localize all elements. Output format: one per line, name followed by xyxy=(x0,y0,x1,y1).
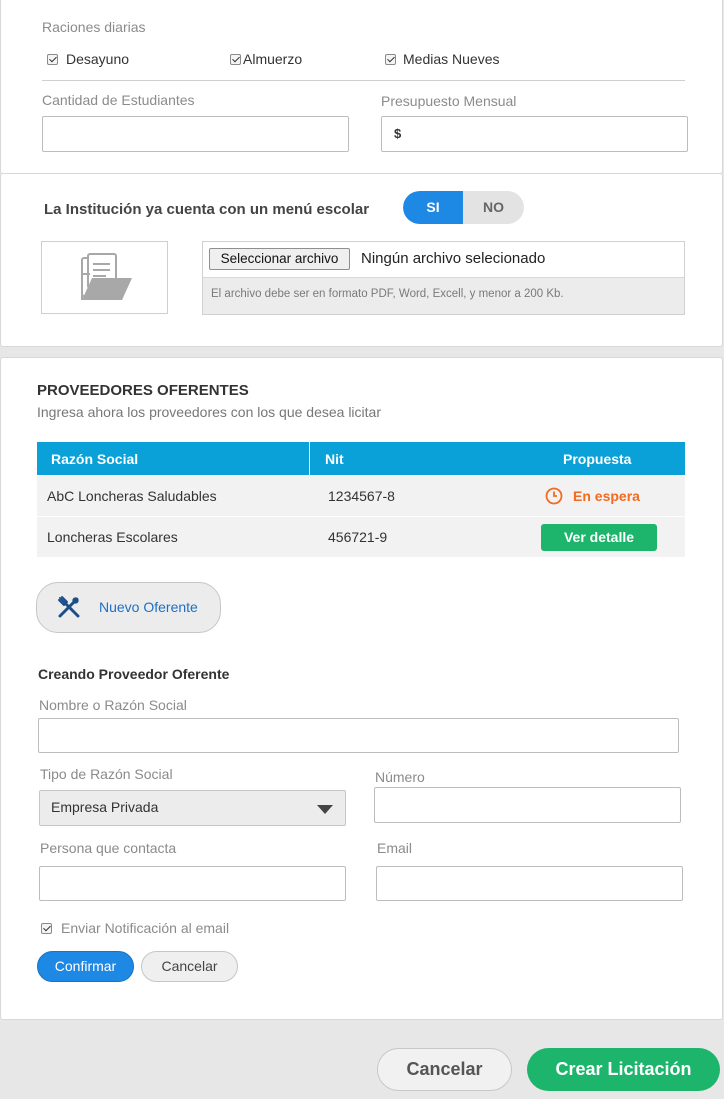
budget-input[interactable]: $ xyxy=(381,116,688,152)
checkbox-almuerzo-box[interactable] xyxy=(230,53,241,65)
row-nit: 1234567-8 xyxy=(328,488,395,504)
menu-question: La Institución ya cuenta con un menú esc… xyxy=(44,201,370,218)
rations-card: Raciones diarias Desayuno Almuerzo Media… xyxy=(0,0,723,174)
new-provider-label: Nuevo Oferente xyxy=(99,599,198,615)
name-input[interactable] xyxy=(38,718,679,753)
file-preview xyxy=(41,241,168,314)
column-nit: Nit xyxy=(325,451,344,467)
footer-cancel-button[interactable]: Cancelar xyxy=(377,1048,512,1091)
rations-label: Raciones diarias xyxy=(42,19,146,35)
checkbox-medias-nueves[interactable]: Medias Nueves xyxy=(385,51,500,67)
notify-checkbox[interactable]: Enviar Notificación al email xyxy=(41,920,229,936)
divider xyxy=(42,80,685,81)
checkbox-medias-nueves-box[interactable] xyxy=(385,53,396,65)
type-value: Empresa Privada xyxy=(51,799,159,815)
chevron-down-icon xyxy=(317,805,333,814)
file-upload-area: Seleccionar archivo Ningún archivo selec… xyxy=(202,241,685,315)
checkbox-desayuno-label: Desayuno xyxy=(66,51,130,67)
column-propuesta: Propuesta xyxy=(563,451,632,467)
row-name: AbC Loncheras Saludables xyxy=(47,488,217,504)
checkbox-desayuno-box[interactable] xyxy=(47,53,58,65)
new-provider-button[interactable]: Nuevo Oferente xyxy=(36,582,221,633)
budget-value: $ xyxy=(394,126,402,141)
type-select[interactable]: Empresa Privada xyxy=(39,790,346,826)
file-status: Ningún archivo selecionado xyxy=(361,250,546,267)
email-input[interactable] xyxy=(376,866,683,901)
budget-label: Presupuesto Mensual xyxy=(381,93,517,109)
column-razon-social: Razón Social xyxy=(51,451,139,467)
toggle-no[interactable]: NO xyxy=(463,191,524,224)
number-label: Número xyxy=(375,769,425,785)
row-nit: 456721-9 xyxy=(328,529,388,545)
toggle-yes[interactable]: SI xyxy=(403,191,463,224)
menu-card: La Institución ya cuenta con un menú esc… xyxy=(0,173,723,347)
form-cancel-button[interactable]: Cancelar xyxy=(141,951,238,982)
providers-card: PROVEEDORES OFERENTES Ingresa ahora los … xyxy=(0,357,723,1020)
view-detail-button[interactable]: Ver detalle xyxy=(541,524,657,551)
checkbox-almuerzo[interactable]: Almuerzo xyxy=(230,51,302,67)
table-row: Loncheras Escolares 456721-9 Ver detalle xyxy=(37,517,685,557)
file-input[interactable]: Seleccionar archivo Ningún archivo selec… xyxy=(203,242,684,278)
name-label: Nombre o Razón Social xyxy=(39,697,187,713)
row-name: Loncheras Escolares xyxy=(47,529,178,545)
students-input[interactable] xyxy=(42,116,349,152)
file-hint: El archivo debe ser en formato PDF, Word… xyxy=(211,288,564,300)
create-bid-button[interactable]: Crear Licitación xyxy=(527,1048,720,1091)
notify-label: Enviar Notificación al email xyxy=(61,920,230,936)
providers-title: PROVEEDORES OFERENTES xyxy=(37,382,249,399)
status-text: En espera xyxy=(573,488,640,504)
contact-input[interactable] xyxy=(39,866,346,901)
providers-subtitle: Ingresa ahora los proveedores con los qu… xyxy=(37,404,381,420)
confirm-button[interactable]: Confirmar xyxy=(37,951,134,982)
checkbox-desayuno[interactable]: Desayuno xyxy=(47,51,129,67)
utensils-icon xyxy=(58,596,80,618)
table-row: AbC Loncheras Saludables 1234567-8 En es… xyxy=(37,476,685,516)
select-file-button[interactable]: Seleccionar archivo xyxy=(209,248,350,270)
providers-table-header: Razón Social Nit Propuesta xyxy=(37,442,685,475)
notify-checkbox-box[interactable] xyxy=(41,922,52,934)
type-label: Tipo de Razón Social xyxy=(40,766,173,782)
checkbox-almuerzo-label: Almuerzo xyxy=(243,51,303,67)
file-folder-icon xyxy=(81,253,132,300)
clock-icon xyxy=(545,487,563,505)
email-label: Email xyxy=(377,840,413,856)
column-divider xyxy=(309,442,310,475)
contact-label: Persona que contacta xyxy=(40,840,177,856)
menu-toggle[interactable]: SI NO xyxy=(403,191,524,224)
form-title: Creando Proveedor Oferente xyxy=(38,666,230,682)
status-badge: En espera xyxy=(545,487,640,505)
number-input[interactable] xyxy=(374,787,681,823)
students-label: Cantidad de Estudiantes xyxy=(42,92,195,108)
checkbox-medias-nueves-label: Medias Nueves xyxy=(403,51,500,67)
